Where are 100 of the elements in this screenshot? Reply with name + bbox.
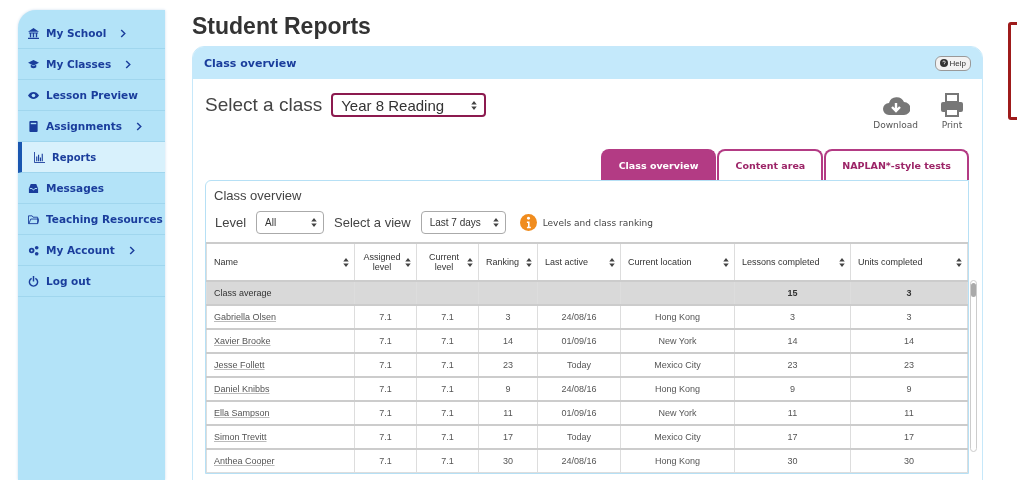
table-cell: 17 <box>734 425 851 449</box>
table-cell: 17 <box>850 425 968 449</box>
sort-arrows-icon <box>955 256 963 268</box>
table-cell: 7.1 <box>416 305 479 329</box>
sort-arrows-icon <box>342 256 350 268</box>
table-cell: 7.1 <box>416 401 479 425</box>
sort-arrows-icon <box>310 217 319 228</box>
sidebar-item[interactable]: My Account <box>18 235 165 266</box>
inbox-icon <box>28 182 39 194</box>
table-cell: 7.1 <box>354 329 417 353</box>
filter-label: Level <box>215 215 247 230</box>
table-cell: 7.1 <box>354 401 417 425</box>
table-cell: 14 <box>478 329 538 353</box>
table-cell: 14 <box>850 329 968 353</box>
tab[interactable]: Class overview <box>600 149 717 180</box>
table-cell: 7.1 <box>416 353 479 377</box>
table-cell <box>478 281 538 305</box>
help-icon <box>939 59 948 67</box>
sidebar-item[interactable]: Messages <box>18 173 165 204</box>
table-cell: 7.1 <box>354 305 417 329</box>
table-cell: 11 <box>734 401 851 425</box>
sidebar-item[interactable]: Reports <box>18 142 165 173</box>
section-title: Class overview <box>214 188 303 203</box>
scroll-thumb[interactable] <box>971 283 976 297</box>
select-class-label: Select a class <box>205 94 323 116</box>
bank-icon <box>28 27 39 39</box>
table-cell: 7.1 <box>354 353 417 377</box>
table-cell: 9 <box>850 377 968 401</box>
table-cell: 3 <box>850 305 968 329</box>
student-name-link[interactable]: Anthea Cooper <box>214 456 275 466</box>
table-cell: 01/09/16 <box>537 329 621 353</box>
table-cell <box>416 281 479 305</box>
filter-dropdown[interactable]: Last 7 days <box>420 211 506 234</box>
table-cell: Mexico City <box>620 353 735 377</box>
printer-icon <box>938 93 966 117</box>
sidebar-item[interactable]: Log out <box>18 266 165 297</box>
table-cell: 3 <box>478 305 538 329</box>
info-icon <box>519 214 537 231</box>
table-cell: 11 <box>478 401 538 425</box>
table-cell: 24/08/16 <box>537 305 621 329</box>
filter-label: Select a view <box>334 215 411 230</box>
tab[interactable]: NAPLAN*-style tests <box>824 149 969 180</box>
sidebar-item[interactable]: Teaching Resources <box>18 204 165 235</box>
book-icon <box>28 120 39 132</box>
table-cell: Mexico City <box>620 425 735 449</box>
table-cell: New York <box>620 329 735 353</box>
page-title: Student Reports <box>192 13 372 40</box>
table-cell: Today <box>537 425 621 449</box>
download-button[interactable]: Download <box>873 93 918 130</box>
sort-arrows-icon <box>404 256 412 268</box>
table-cell: 23 <box>478 353 538 377</box>
graduation-cap-icon <box>28 58 39 70</box>
eye-icon <box>28 89 39 101</box>
sort-arrows-icon <box>608 256 616 268</box>
tab[interactable]: Content area <box>717 149 824 180</box>
sidebar-item[interactable]: My Classes <box>18 49 165 80</box>
table-cell: New York <box>620 401 735 425</box>
panel-title: Class overview <box>204 56 297 70</box>
student-name-link[interactable]: Gabriella Olsen <box>214 312 277 322</box>
sort-arrows-icon <box>491 217 500 228</box>
sort-arrows-icon <box>466 256 474 268</box>
table-cell: 15 <box>734 281 851 305</box>
table-cell: 30 <box>478 449 538 473</box>
table-cell: 30 <box>850 449 968 473</box>
table-cell: 3 <box>850 281 968 305</box>
student-name-link[interactable]: Jesse Follett <box>214 360 265 370</box>
table-cell: 7.1 <box>416 329 479 353</box>
table-cell: 9 <box>478 377 538 401</box>
table-cell: 7.1 <box>354 425 417 449</box>
student-name-link[interactable]: Ella Sampson <box>214 408 270 418</box>
table-cell: 23 <box>734 353 851 377</box>
table-cell: 23 <box>850 353 968 377</box>
sort-arrows-icon <box>838 256 846 268</box>
table-cell: Hong Kong <box>620 305 735 329</box>
table-cell: 14 <box>734 329 851 353</box>
student-name-link[interactable]: Daniel Knibbs <box>214 384 270 394</box>
bar-chart-icon <box>34 151 45 163</box>
table-cell: 24/08/16 <box>537 377 621 401</box>
table-cell: 7.1 <box>416 425 479 449</box>
student-name-link[interactable]: Simon Trevitt <box>214 432 267 442</box>
help-button[interactable]: Help <box>934 55 971 71</box>
table-cell: 30 <box>734 449 851 473</box>
table-cell: 9 <box>734 377 851 401</box>
table-cell: 7.1 <box>354 449 417 473</box>
sidebar-item[interactable]: My School <box>18 18 165 49</box>
sort-arrows-icon <box>525 256 533 268</box>
table-cell: 7.1 <box>354 377 417 401</box>
power-icon <box>28 275 39 287</box>
table-cell: 11 <box>850 401 968 425</box>
table-cell: 7.1 <box>416 449 479 473</box>
info-link[interactable]: Levels and class ranking <box>542 217 654 228</box>
sort-arrows-icon <box>470 99 479 111</box>
student-name-link[interactable]: Xavier Brooke <box>214 336 271 346</box>
filter-dropdown[interactable]: All <box>256 211 325 234</box>
table-cell: 24/08/16 <box>537 449 621 473</box>
table-cell: Hong Kong <box>620 377 735 401</box>
print-button[interactable]: Print <box>938 93 966 130</box>
table-cell: Hong Kong <box>620 449 735 473</box>
class-dropdown[interactable]: Year 8 Reading <box>331 93 487 117</box>
sidebar-item[interactable]: Lesson Preview <box>18 80 165 111</box>
